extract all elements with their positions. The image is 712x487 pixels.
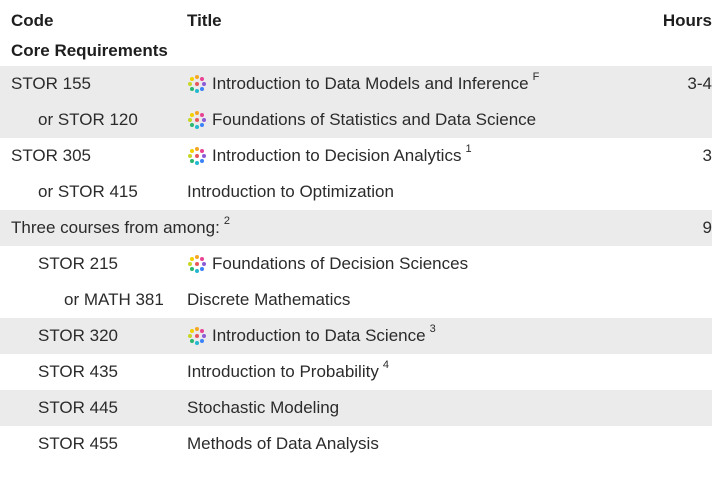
course-code-text: STOR 305 (11, 146, 92, 165)
course-title-text: Foundations of Decision Sciences (212, 254, 469, 273)
course-row: STOR 155 Introduction to Data Models and… (0, 66, 712, 102)
group-label-text: Three courses from among: (11, 218, 220, 237)
course-title[interactable]: Methods of Data Analysis (187, 426, 379, 462)
course-code[interactable]: STOR 305 (11, 138, 91, 174)
course-row: STOR 435 Introduction to Probability 4 (0, 354, 712, 390)
sparkle-dots-icon (188, 147, 206, 165)
sparkle-dots-icon (188, 327, 206, 345)
table-header-row: Code Title Hours (0, 6, 712, 36)
course-code[interactable]: or STOR 415 (38, 174, 138, 210)
footnote-marker: 3 (429, 323, 436, 335)
course-code[interactable]: STOR 320 (38, 318, 118, 354)
footnote-marker: 4 (382, 359, 389, 371)
course-code-text: STOR 215 (38, 254, 119, 273)
course-row: STOR 455 Methods of Data Analysis (0, 426, 712, 462)
course-code-text: STOR 320 (38, 326, 119, 345)
course-code-text: STOR 155 (11, 74, 92, 93)
course-title-text: Introduction to Optimization (187, 182, 394, 201)
course-row: or STOR 415 Introduction to Optimization (0, 174, 712, 210)
course-title-text: Introduction to Probability (187, 362, 379, 381)
course-hours: 9 (702, 218, 712, 237)
course-title-text: Methods of Data Analysis (187, 434, 379, 453)
course-code[interactable]: STOR 435 (38, 354, 118, 390)
course-title[interactable]: Introduction to Data Models and Inferenc… (187, 66, 539, 102)
course-hours: 3-4 (687, 74, 712, 93)
group-label: Three courses from among: 2 (11, 210, 230, 246)
course-code-text: STOR 445 (38, 398, 119, 417)
course-code-text: or MATH 381 (64, 290, 164, 309)
course-code[interactable]: or STOR 120 (38, 102, 138, 138)
course-title[interactable]: Foundations of Decision Sciences (187, 246, 468, 282)
sparkle-dots-icon (188, 75, 206, 93)
course-title-text: Discrete Mathematics (187, 290, 351, 309)
course-requirements-table: Code Title Hours Core Requirements STOR … (0, 0, 712, 487)
sparkle-dots-icon (188, 111, 206, 129)
course-code-text: STOR 435 (38, 362, 119, 381)
course-title[interactable]: Foundations of Statistics and Data Scien… (187, 102, 536, 138)
course-title[interactable]: Introduction to Decision Analytics 1 (187, 138, 472, 174)
course-title-text: Foundations of Statistics and Data Scien… (212, 110, 537, 129)
course-row: STOR 215 Foundations of Decision Science… (0, 246, 712, 282)
course-code[interactable]: or MATH 381 (64, 282, 164, 318)
course-code[interactable]: STOR 215 (38, 246, 118, 282)
course-title[interactable]: Introduction to Data Science 3 (187, 318, 436, 354)
course-title-text: Introduction to Data Models and Inferenc… (212, 74, 529, 93)
header-title: Title (187, 11, 222, 30)
course-group-row: Three courses from among: 2 9 (0, 210, 712, 246)
footnote-marker: 2 (223, 215, 230, 227)
course-title-text: Stochastic Modeling (187, 398, 340, 417)
course-title[interactable]: Stochastic Modeling (187, 390, 339, 426)
course-code[interactable]: STOR 155 (11, 66, 91, 102)
course-row: STOR 305 Introduction to Decision Analyt… (0, 138, 712, 174)
header-code: Code (11, 11, 54, 30)
course-hours: 3 (702, 146, 712, 165)
course-code-text: or STOR 415 (38, 182, 138, 201)
course-code-text: STOR 455 (38, 434, 119, 453)
section-heading-row: Core Requirements (0, 36, 712, 66)
course-row: STOR 320 Introduction to Data Science 3 (0, 318, 712, 354)
course-row: STOR 445 Stochastic Modeling (0, 390, 712, 426)
course-title-text: Introduction to Decision Analytics (212, 146, 462, 165)
course-code-text: or STOR 120 (38, 110, 138, 129)
course-title[interactable]: Discrete Mathematics (187, 282, 350, 318)
course-title[interactable]: Introduction to Optimization (187, 174, 394, 210)
sparkle-dots-icon (188, 255, 206, 273)
course-code[interactable]: STOR 455 (38, 426, 118, 462)
section-title: Core Requirements (11, 41, 168, 60)
course-row: or MATH 381 Discrete Mathematics (0, 282, 712, 318)
header-hours: Hours (662, 11, 712, 30)
course-title[interactable]: Introduction to Probability 4 (187, 354, 389, 390)
course-row: or STOR 120 Foundations of Statistics an… (0, 102, 712, 138)
footnote-marker: 1 (465, 143, 472, 155)
course-code[interactable]: STOR 445 (38, 390, 118, 426)
footnote-marker: F (532, 71, 540, 83)
course-title-text: Introduction to Data Science (212, 326, 426, 345)
